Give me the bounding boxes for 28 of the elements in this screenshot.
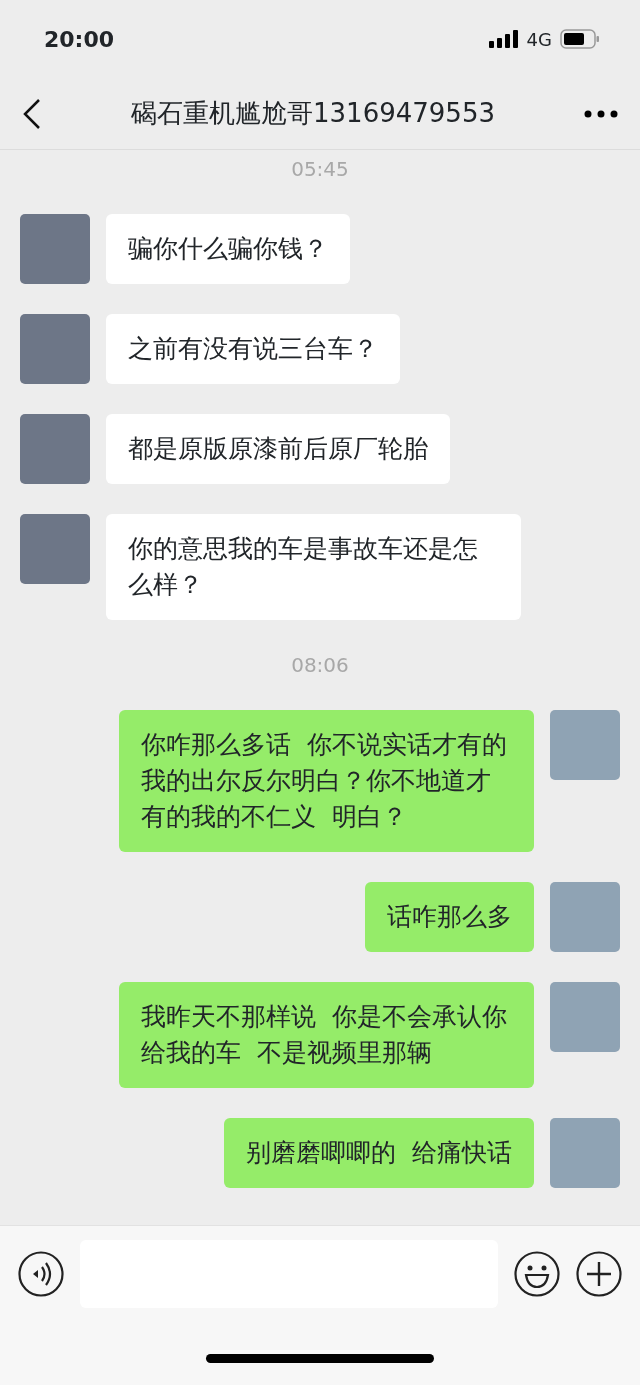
message-bubble: 别磨磨唧唧的 给痛快话 xyxy=(224,1118,534,1188)
timestamp: 05:45 xyxy=(291,157,349,181)
avatar-photo-placeholder[interactable] xyxy=(550,982,620,1052)
avatar-photo-placeholder[interactable] xyxy=(20,414,90,484)
avatar-photo-placeholder[interactable] xyxy=(20,214,90,284)
message-bubble: 都是原版原漆前后原厂轮胎 xyxy=(106,414,450,484)
add-icon[interactable] xyxy=(576,1251,622,1297)
message-bubble: 你的意思我的车是事故车还是怎么样？ xyxy=(106,514,521,620)
network-label: 4G xyxy=(526,27,552,52)
battery-icon xyxy=(560,29,600,49)
avatar-photo-placeholder[interactable] xyxy=(20,314,90,384)
chat-title: 碣石重机尴尬哥13169479553 xyxy=(131,97,495,130)
message-bubble: 骗你什么骗你钱？ xyxy=(106,214,350,284)
timestamp: 08:06 xyxy=(291,653,349,677)
avatar-photo-placeholder[interactable] xyxy=(550,1118,620,1188)
avatar-photo-placeholder[interactable] xyxy=(550,882,620,952)
message-bubble: 你咋那么多话 你不说实话才有的我的出尔反尔明白？你不地道才有的我的不仁义 明白？ xyxy=(119,710,534,852)
avatar-photo-placeholder[interactable] xyxy=(20,514,90,584)
voice-icon[interactable] xyxy=(18,1251,64,1297)
back-icon[interactable] xyxy=(22,97,42,130)
status-time: 20:00 xyxy=(44,25,115,54)
emoji-icon[interactable] xyxy=(514,1251,560,1297)
message-bubble: 话咋那么多 xyxy=(365,882,534,952)
message-bubble: 之前有没有说三台车？ xyxy=(106,314,400,384)
signal-icon xyxy=(488,30,519,48)
more-icon[interactable] xyxy=(584,109,618,118)
message-bubble: 我昨天不那样说 你是不会承认你给我的车 不是视频里那辆 xyxy=(119,982,534,1088)
avatar-photo-placeholder[interactable] xyxy=(550,710,620,780)
